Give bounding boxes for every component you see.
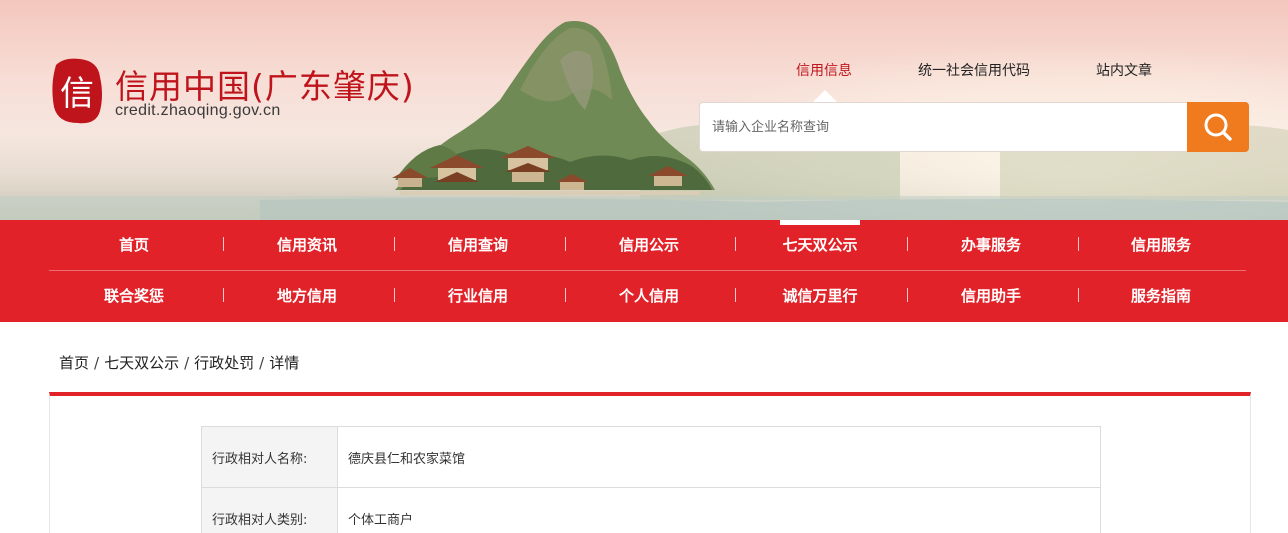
site-header: 信 信用中国(广东肇庆) credit.zhaoqing.gov.cn 信用信息… bbox=[0, 0, 1288, 220]
nav-item-home[interactable]: 首页 bbox=[49, 220, 219, 270]
search-icon bbox=[1204, 113, 1232, 141]
breadcrumb-current: 详情 bbox=[269, 354, 300, 372]
nav-item-credit-query[interactable]: 信用查询 bbox=[393, 220, 563, 270]
nav-item-affairs-service[interactable]: 办事服务 bbox=[906, 220, 1076, 270]
breadcrumb-separator: / bbox=[94, 354, 100, 372]
nav-item-credit-news[interactable]: 信用资讯 bbox=[222, 220, 392, 270]
search-box bbox=[699, 102, 1249, 152]
nav-item-personal-credit[interactable]: 个人信用 bbox=[564, 271, 734, 321]
nav-item-integrity-campaign[interactable]: 诚信万里行 bbox=[735, 271, 905, 321]
search-tab-credit-code[interactable]: 统一社会信用代码 bbox=[918, 60, 1030, 80]
nav-item-credit-publicity[interactable]: 信用公示 bbox=[564, 220, 734, 270]
nav-row-2: 联合奖惩 地方信用 行业信用 个人信用 诚信万里行 信用助手 服务指南 bbox=[49, 271, 1246, 321]
nav-item-joint-reward-punish[interactable]: 联合奖惩 bbox=[49, 271, 219, 321]
breadcrumb-home[interactable]: 首页 bbox=[59, 352, 89, 373]
search-tab-pointer bbox=[813, 90, 837, 102]
breadcrumb-separator: / bbox=[259, 354, 265, 372]
nav-item-industry-credit[interactable]: 行业信用 bbox=[393, 271, 563, 321]
detail-table: 行政相对人名称: 德庆县仁和农家菜馆 行政相对人类别: 个体工商户 bbox=[201, 426, 1101, 533]
breadcrumb: 首页 / 七天双公示 / 行政处罚 / 详情 bbox=[59, 352, 299, 373]
breadcrumb-separator: / bbox=[184, 354, 190, 372]
nav-item-local-credit[interactable]: 地方信用 bbox=[222, 271, 392, 321]
nav-row-1: 首页 信用资讯 信用查询 信用公示 七天双公示 办事服务 信用服务 bbox=[49, 220, 1246, 270]
site-domain: credit.zhaoqing.gov.cn bbox=[115, 102, 281, 119]
nav-item-credit-assistant[interactable]: 信用助手 bbox=[906, 271, 1076, 321]
field-value-party-name: 德庆县仁和农家菜馆 bbox=[337, 426, 1101, 488]
table-row: 行政相对人名称: 德庆县仁和农家菜馆 bbox=[201, 426, 1101, 488]
site-title: 信用中国(广东肇庆) bbox=[115, 67, 415, 106]
detail-panel: 行政相对人名称: 德庆县仁和农家菜馆 行政相对人类别: 个体工商户 bbox=[49, 392, 1251, 533]
search-input[interactable] bbox=[712, 103, 1182, 151]
search-button[interactable] bbox=[1187, 102, 1249, 152]
main-nav: 首页 信用资讯 信用查询 信用公示 七天双公示 办事服务 信用服务 联合奖惩 地… bbox=[0, 220, 1288, 322]
table-row: 行政相对人类别: 个体工商户 bbox=[201, 487, 1101, 533]
breadcrumb-seven-day-publicity[interactable]: 七天双公示 bbox=[104, 352, 179, 373]
field-label-party-type: 行政相对人类别: bbox=[201, 487, 338, 533]
credit-seal-logo-icon: 信 bbox=[52, 58, 102, 124]
svg-text:信: 信 bbox=[60, 74, 94, 114]
nav-item-credit-service[interactable]: 信用服务 bbox=[1076, 220, 1246, 270]
search-tab-site-articles[interactable]: 站内文章 bbox=[1096, 60, 1152, 80]
search-tab-credit-info[interactable]: 信用信息 bbox=[796, 60, 852, 80]
breadcrumb-administrative-penalty[interactable]: 行政处罚 bbox=[194, 352, 254, 373]
field-value-party-type: 个体工商户 bbox=[337, 487, 1101, 533]
nav-item-seven-day-publicity[interactable]: 七天双公示 bbox=[735, 220, 905, 270]
nav-item-service-guide[interactable]: 服务指南 bbox=[1076, 271, 1246, 321]
field-label-party-name: 行政相对人名称: bbox=[201, 426, 338, 488]
